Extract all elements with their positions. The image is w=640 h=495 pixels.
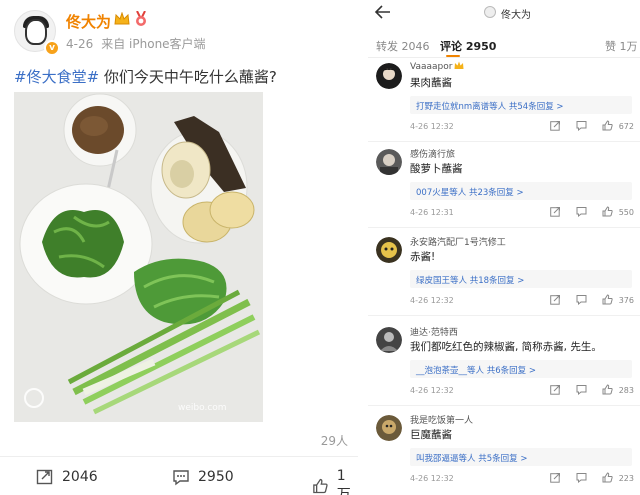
commenter-avatar[interactable] [376,327,402,353]
crown-icon [114,12,130,25]
thumbs-up-icon[interactable] [602,384,613,395]
reply-icon[interactable] [576,294,587,305]
commenter-avatar[interactable] [376,63,402,89]
page-title: 佟大为 [501,10,531,21]
repost-count: 2046 [62,469,98,485]
comment-like-count: 550 [618,208,634,217]
comment-text: 巨魔蘸酱 [410,429,452,441]
comment-time: 4-26 12:32 [410,296,454,305]
reply-icon[interactable] [576,472,587,483]
comment-text: 果肉蘸酱 [410,77,452,89]
share-icon[interactable] [550,120,561,131]
thumbs-up-icon[interactable] [602,472,613,483]
weibo-post: v 佟大为 4-26 来自 iPhone客户端 #佟大食堂# 你们今天中午吃什么蘸… [0,0,358,495]
medal-icon [136,11,146,26]
commenter-name[interactable]: 我是吃饭第一人 [410,413,473,426]
thumbs-up-icon [313,478,328,494]
comment-item: 永安路汽配厂1号汽修工 赤酱! 绿皮国王等人 共18条回复 > 4-26 12:… [368,232,640,316]
likers-count[interactable]: 29人 [321,432,348,449]
comments-page: 佟大为 转发 2046 评论 2950 赞 1万 Vaaaapor 果肉蘸酱 打… [368,0,640,495]
tab-likes[interactable]: 赞 1万 [605,38,638,54]
commenter-name[interactable]: 迪达·范特西 [410,325,458,338]
commenter-avatar[interactable] [376,415,402,441]
like-button[interactable]: 1万 [312,468,358,495]
share-icon[interactable] [550,472,561,483]
thumbs-up-icon[interactable] [602,120,613,131]
reply-preview[interactable]: 叫我邵逼逼等人 共5条回复 > [410,448,632,466]
author-avatar[interactable]: v [14,10,60,56]
post-date: 4-26 [66,37,94,51]
share-icon[interactable] [550,206,561,217]
weibo-watermark-icon [24,388,44,408]
comment-text: 赤酱! [410,251,436,263]
comment-like-count: 672 [618,122,634,131]
comment-like-count: 283 [618,386,634,395]
reply-icon[interactable] [576,384,587,395]
commenter-name[interactable]: 感伤滴行旅 [410,147,455,160]
comment-icon [173,470,189,486]
post-body: 你们今天中午吃什么蘸酱? [99,68,277,86]
author-name[interactable]: 佟大为 [66,11,111,32]
comment-time: 4-26 12:32 [410,122,454,131]
post-photo[interactable] [14,92,263,422]
reply-preview[interactable]: 打野走位就nm离谱等人 共54条回复 > [410,96,632,114]
top-bar: 佟大为 [368,0,640,26]
comment-like-count: 223 [618,474,634,483]
comment-time: 4-26 12:32 [410,474,454,483]
commenter-name[interactable]: 永安路汽配厂1号汽修工 [410,235,506,248]
post-text: #佟大食堂# 你们今天中午吃什么蘸酱? [14,66,277,87]
post-meta: 4-26 来自 iPhone客户端 [66,35,206,52]
comment-time: 4-26 12:31 [410,208,454,217]
like-count: 1万 [336,468,351,495]
back-arrow-icon[interactable] [374,4,392,20]
post-source: 来自 iPhone客户端 [101,37,206,51]
reply-preview[interactable]: __泡泡茶壶__等人 共6条回复 > [410,360,632,378]
tab-bar: 转发 2046 评论 2950 赞 1万 [368,30,640,58]
repost-button[interactable]: 2046 [36,468,98,486]
photo-watermark-text: weibo.com [178,403,227,413]
repost-icon [36,469,53,485]
comment-text: 酸萝卜蘸酱 [410,163,463,175]
reply-preview[interactable]: 绿皮国王等人 共18条回复 > [410,270,632,288]
reply-icon[interactable] [576,206,587,217]
share-icon[interactable] [550,384,561,395]
commenter-avatar[interactable] [376,237,402,263]
reply-preview[interactable]: 007火星等人 共23条回复 > [410,182,632,200]
crown-icon [454,61,464,69]
divider [0,456,358,457]
commenter-name[interactable]: Vaaaapor [410,61,464,72]
thumbs-up-icon[interactable] [602,206,613,217]
active-tab-indicator [446,55,460,57]
reply-icon[interactable] [576,120,587,131]
hashtag-link[interactable]: #佟大食堂# [14,68,99,86]
comment-time: 4-26 12:32 [410,386,454,395]
comment-like-count: 376 [618,296,634,305]
comment-button[interactable]: 2950 [172,468,234,486]
title-avatar [484,6,496,18]
comment-item: Vaaaapor 果肉蘸酱 打野走位就nm离谱等人 共54条回复 > 4-26 … [368,58,640,142]
panel-gap [358,0,368,495]
comment-item: 感伤滴行旅 酸萝卜蘸酱 007火星等人 共23条回复 > 4-26 12:31 … [368,144,640,228]
comment-text: 我们都吃红色的辣椒酱, 简称赤酱, 先生。 [410,341,602,353]
tab-comments[interactable]: 评论 2950 [440,38,496,54]
comment-item: 迪达·范特西 我们都吃红色的辣椒酱, 简称赤酱, 先生。 __泡泡茶壶__等人 … [368,322,640,406]
verified-badge-icon: v [44,40,60,56]
share-icon[interactable] [550,294,561,305]
commenter-avatar[interactable] [376,149,402,175]
comment-item: 我是吃饭第一人 巨魔蘸酱 叫我邵逼逼等人 共5条回复 > 4-26 12:32 … [368,410,640,494]
tab-reposts[interactable]: 转发 2046 [376,38,430,54]
thumbs-up-icon[interactable] [602,294,613,305]
comment-count: 2950 [198,469,234,485]
